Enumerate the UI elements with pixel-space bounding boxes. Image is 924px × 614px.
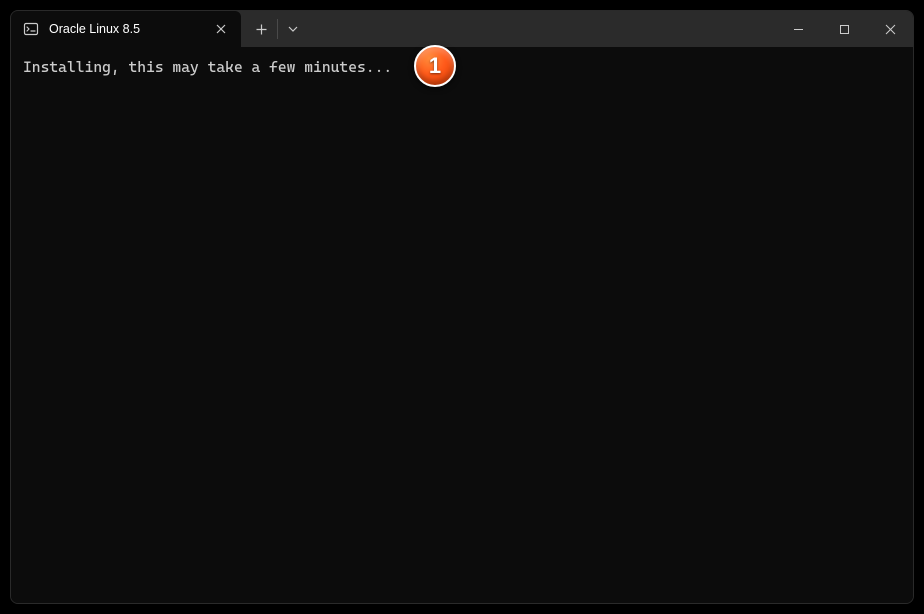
tab-title: Oracle Linux 8.5: [49, 22, 201, 36]
minimize-button[interactable]: [775, 11, 821, 47]
tab-close-button[interactable]: [211, 19, 231, 39]
terminal-content[interactable]: Installing, this may take a few minutes.…: [11, 47, 913, 603]
annotation-badge-1: 1: [414, 45, 456, 87]
window-frame: Oracle Linux 8.5: [2, 2, 922, 612]
tab-dropdown-button[interactable]: [278, 11, 308, 47]
titlebar: Oracle Linux 8.5: [11, 11, 913, 47]
window-controls: [775, 11, 913, 47]
maximize-button[interactable]: [821, 11, 867, 47]
tab-active[interactable]: Oracle Linux 8.5: [11, 11, 241, 47]
terminal-icon: [23, 21, 39, 37]
titlebar-drag-area[interactable]: [308, 11, 775, 47]
new-tab-button[interactable]: [245, 11, 277, 47]
terminal-output-line: Installing, this may take a few minutes.…: [23, 57, 901, 78]
annotation-number: 1: [429, 53, 441, 79]
close-button[interactable]: [867, 11, 913, 47]
terminal-window: Oracle Linux 8.5: [10, 10, 914, 604]
